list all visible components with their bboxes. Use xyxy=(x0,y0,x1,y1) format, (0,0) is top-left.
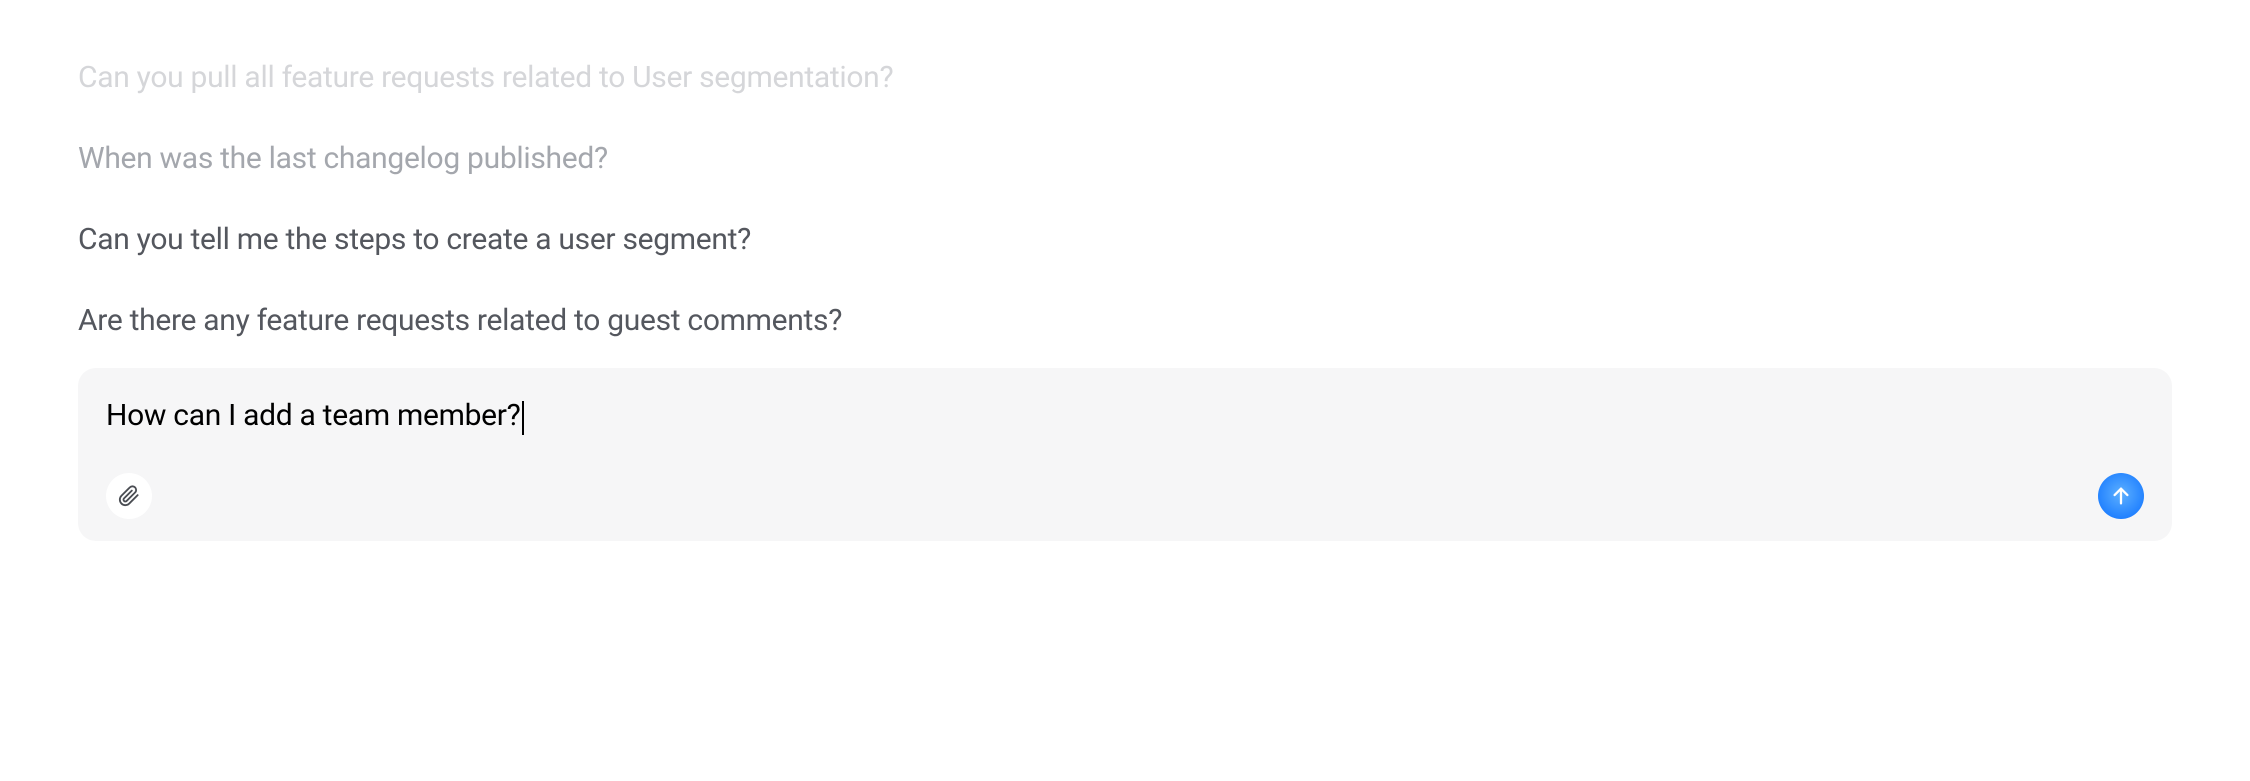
chat-input-panel: How can I add a team member? xyxy=(78,368,2172,541)
suggestion-item[interactable]: Are there any feature requests related t… xyxy=(78,301,2172,340)
suggestion-list: Can you pull all feature requests relate… xyxy=(78,58,2172,340)
attach-button[interactable] xyxy=(106,473,152,519)
suggestion-item[interactable]: Can you tell me the steps to create a us… xyxy=(78,220,2172,259)
arrow-up-icon xyxy=(2110,485,2132,507)
chat-input[interactable]: How can I add a team member? xyxy=(106,398,2144,433)
suggestion-item[interactable]: When was the last changelog published? xyxy=(78,139,2172,178)
input-toolbar xyxy=(106,433,2144,519)
chat-input-text: How can I add a team member? xyxy=(106,398,521,433)
paperclip-icon xyxy=(118,485,140,507)
chat-container: Can you pull all feature requests relate… xyxy=(0,0,2250,541)
send-button[interactable] xyxy=(2098,473,2144,519)
input-row: How can I add a team member? xyxy=(106,398,2144,433)
text-cursor xyxy=(522,401,524,435)
suggestion-item[interactable]: Can you pull all feature requests relate… xyxy=(78,58,2172,97)
